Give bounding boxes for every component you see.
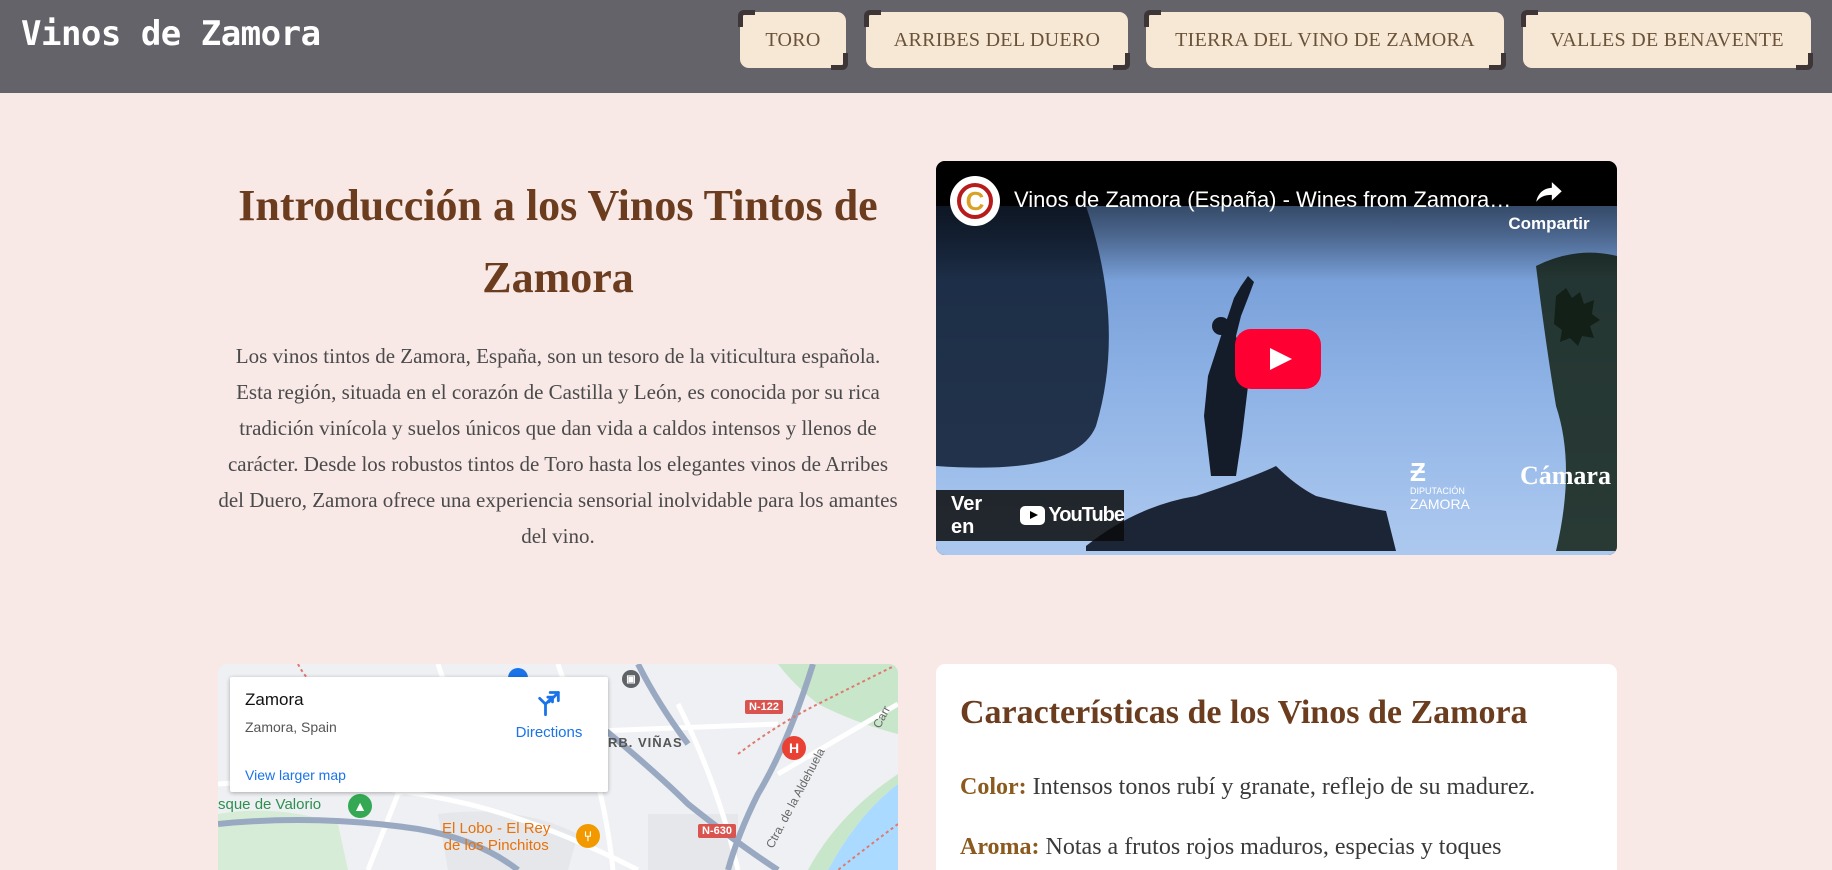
- channel-logo[interactable]: C: [950, 176, 1000, 226]
- features-card: Características de los Vinos de Zamora C…: [936, 664, 1617, 870]
- play-button[interactable]: [1235, 329, 1321, 389]
- share-button[interactable]: Compartir: [1499, 175, 1599, 234]
- road-badge-n122: N-122: [745, 700, 783, 714]
- map-place-name: Zamora: [245, 690, 304, 709]
- map-label-park: sque de Valorio: [218, 796, 322, 813]
- features-title: Características de los Vinos de Zamora: [960, 694, 1528, 731]
- watch-on-label: Ver en: [951, 492, 983, 538]
- nav-valles-de-benavente[interactable]: VALLES DE BENAVENTE: [1521, 10, 1813, 70]
- video-title[interactable]: Vinos de Zamora (España) - Wines from Za…: [1014, 187, 1514, 213]
- nav-arribes-del-duero[interactable]: ARRIBES DEL DUERO: [864, 10, 1130, 70]
- road-badge-n630: N-630: [698, 824, 736, 838]
- park-pin-icon[interactable]: ▲: [348, 794, 372, 818]
- feature-aroma-value: Notas a frutos rojos maduros, especias y…: [1045, 834, 1502, 860]
- directions-button[interactable]: Directions: [508, 689, 590, 741]
- map-label-restaurant-line1: El Lobo - El Rey: [442, 820, 551, 837]
- intro-paragraph: Los vinos tintos de Zamora, España, son …: [218, 344, 898, 548]
- map-place-address: Zamora, Spain: [245, 719, 337, 735]
- map-label-neighborhood: RB. VIÑAS: [608, 735, 683, 750]
- map-label-restaurant-line2: de los Pinchitos: [443, 837, 549, 854]
- diputacion-logo-icon: Ƶ: [1410, 457, 1426, 487]
- map-place-card: Zamora Zamora, Spain Directions View lar…: [230, 677, 608, 792]
- youtube-video-embed[interactable]: C Vinos de Zamora (España) - Wines from …: [936, 161, 1617, 555]
- hospital-pin-icon[interactable]: H: [782, 736, 806, 760]
- youtube-logo-icon: [1019, 506, 1046, 525]
- share-label: Compartir: [1508, 214, 1590, 233]
- feature-color-value: Intensos tonos rubí y granate, reflejo d…: [1032, 774, 1536, 800]
- restaurant-pin-icon[interactable]: ⑂: [576, 824, 600, 848]
- site-header: Vinos de Zamora TORO ARRIBES DEL DUERO T…: [0, 0, 1832, 93]
- camara-watermark: Cámara: [1520, 461, 1611, 490]
- directions-label: Directions: [515, 724, 583, 741]
- intro-title: Introducción a los Vinos Tintos de Zamor…: [238, 181, 878, 302]
- feature-color-key: Color:: [960, 774, 1027, 800]
- nav-tierra-del-vino[interactable]: TIERRA DEL VINO DE ZAMORA: [1144, 10, 1506, 70]
- feature-aroma-key: Aroma:: [960, 834, 1040, 860]
- transit-pin-icon[interactable]: ▣: [622, 670, 640, 688]
- feature-aroma: Aroma: Notas a frutos rojos maduros, esp…: [960, 834, 1501, 861]
- youtube-wordmark: YouTube: [1048, 504, 1125, 526]
- map-label-restaurant: El Lobo - El Rey de los Pinchitos: [442, 820, 550, 854]
- watch-on-youtube-button[interactable]: Ver en YouTube: [936, 490, 1125, 541]
- view-larger-map-link[interactable]: View larger map: [245, 767, 346, 783]
- share-icon: [1536, 182, 1562, 202]
- channel-logo-mark: C: [957, 183, 993, 219]
- feature-color: Color: Intensos tonos rubí y granate, re…: [960, 774, 1535, 801]
- nav-toro[interactable]: TORO: [738, 10, 848, 70]
- watermark-diputacion-big: ZAMORA: [1410, 496, 1470, 512]
- diputacion-watermark: Ƶ DIPUTACIÓN ZAMORA: [1410, 459, 1470, 511]
- site-brand[interactable]: Vinos de Zamora: [21, 14, 321, 54]
- google-map-embed[interactable]: RB. VIÑAS sque de Valorio ▲ El Lobo - El…: [218, 664, 898, 870]
- directions-icon: [538, 691, 560, 717]
